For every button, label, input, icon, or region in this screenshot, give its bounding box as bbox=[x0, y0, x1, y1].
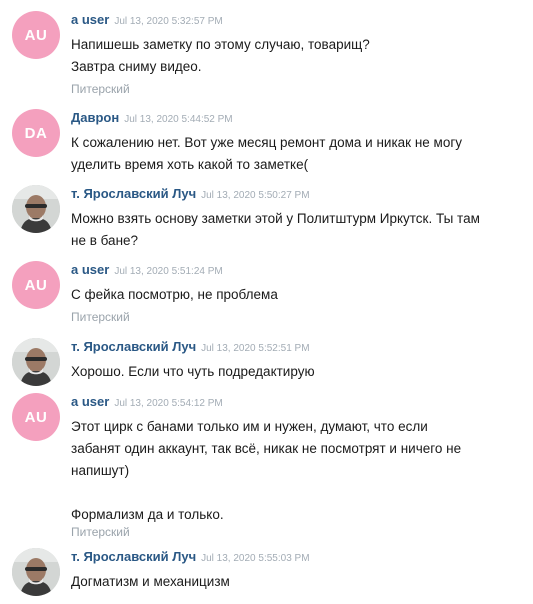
message-line: Догматизм и механицизм bbox=[71, 574, 230, 589]
message-text: Можно взять основу заметки этой у Политш… bbox=[71, 208, 521, 252]
author-name[interactable]: a user bbox=[71, 394, 109, 409]
author-name[interactable]: Даврон bbox=[71, 110, 119, 125]
avatar[interactable]: AU bbox=[12, 261, 60, 309]
message-header: Даврон Jul 13, 2020 5:44:52 PM bbox=[71, 109, 233, 129]
author-name[interactable]: a user bbox=[71, 262, 109, 277]
message-line: Этот цирк с банами только им и нужен, ду… bbox=[71, 419, 428, 434]
avatar[interactable]: DA bbox=[12, 109, 60, 157]
message-text: С фейка посмотрю, не проблема bbox=[71, 284, 521, 306]
message-line: Можно взять основу заметки этой у Политш… bbox=[71, 211, 480, 226]
message-line: С фейка посмотрю, не проблема bbox=[71, 287, 278, 302]
message-header: a user Jul 13, 2020 5:32:57 PM bbox=[71, 11, 223, 31]
avatar-initials: AU bbox=[24, 26, 48, 44]
timestamp[interactable]: Jul 13, 2020 5:51:24 PM bbox=[114, 266, 222, 277]
message-line: напишут) bbox=[71, 463, 130, 478]
author-name[interactable]: т. Ярославский Луч bbox=[71, 339, 196, 354]
timestamp[interactable]: Jul 13, 2020 5:44:52 PM bbox=[124, 114, 232, 125]
avatar[interactable] bbox=[12, 548, 60, 596]
message-header: т. Ярославский Луч Jul 13, 2020 5:55:03 P… bbox=[71, 548, 310, 568]
message-text: Напишешь заметку по этому случаю, товари… bbox=[71, 34, 521, 78]
message-line: Завтра сниму видео. bbox=[71, 59, 202, 74]
author-name[interactable]: т. Ярославский Луч bbox=[71, 186, 196, 201]
message-header: a user Jul 13, 2020 5:51:24 PM bbox=[71, 261, 223, 281]
message-line: Хорошо. Если что чуть подредактирую bbox=[71, 364, 315, 379]
timestamp[interactable]: Jul 13, 2020 5:50:27 PM bbox=[201, 190, 309, 201]
message-text: Догматизм и механицизм bbox=[71, 571, 521, 593]
message-line: забанят один аккаунт, так всё, никак не … bbox=[71, 441, 462, 456]
message-header: т. Ярославский Луч Jul 13, 2020 5:50:27 P… bbox=[71, 185, 310, 205]
timestamp[interactable]: Jul 13, 2020 5:54:12 PM bbox=[114, 398, 222, 409]
timestamp[interactable]: Jul 13, 2020 5:32:57 PM bbox=[114, 16, 222, 27]
message-line: К сожалению нет. Вот уже месяц ремонт до… bbox=[71, 135, 462, 150]
message-line: не в бане? bbox=[71, 233, 139, 248]
avatar-initials: AU bbox=[24, 408, 48, 426]
avatar-initials: DA bbox=[24, 124, 48, 142]
author-subtitle: Питерский bbox=[71, 310, 130, 324]
message-line: Напишешь заметку по этому случаю, товари… bbox=[71, 37, 370, 52]
message-header: a user Jul 13, 2020 5:54:12 PM bbox=[71, 393, 223, 413]
message-text: Хорошо. Если что чуть подредактирую bbox=[71, 361, 521, 383]
avatar[interactable] bbox=[12, 185, 60, 233]
message-text: К сожалению нет. Вот уже месяц ремонт до… bbox=[71, 132, 521, 176]
message-text: Этот цирк с банами только им и нужен, ду… bbox=[71, 416, 521, 526]
timestamp[interactable]: Jul 13, 2020 5:52:51 PM bbox=[201, 343, 309, 354]
author-name[interactable]: a user bbox=[71, 12, 109, 27]
avatar[interactable]: AU bbox=[12, 393, 60, 441]
avatar[interactable]: AU bbox=[12, 11, 60, 59]
message-line: Формализм да и только. bbox=[71, 507, 224, 522]
author-subtitle: Питерский bbox=[71, 525, 130, 539]
author-name[interactable]: т. Ярославский Луч bbox=[71, 549, 196, 564]
message-header: т. Ярославский Луч Jul 13, 2020 5:52:51 P… bbox=[71, 338, 310, 358]
user-photo-icon bbox=[12, 338, 60, 386]
avatar[interactable] bbox=[12, 338, 60, 386]
user-photo-icon bbox=[12, 548, 60, 596]
message-line bbox=[71, 482, 521, 504]
author-subtitle: Питерский bbox=[71, 82, 130, 96]
avatar-initials: AU bbox=[24, 276, 48, 294]
timestamp[interactable]: Jul 13, 2020 5:55:03 PM bbox=[201, 553, 309, 564]
user-photo-icon bbox=[12, 185, 60, 233]
message-line: уделить время хоть какой то заметке( bbox=[71, 157, 309, 172]
